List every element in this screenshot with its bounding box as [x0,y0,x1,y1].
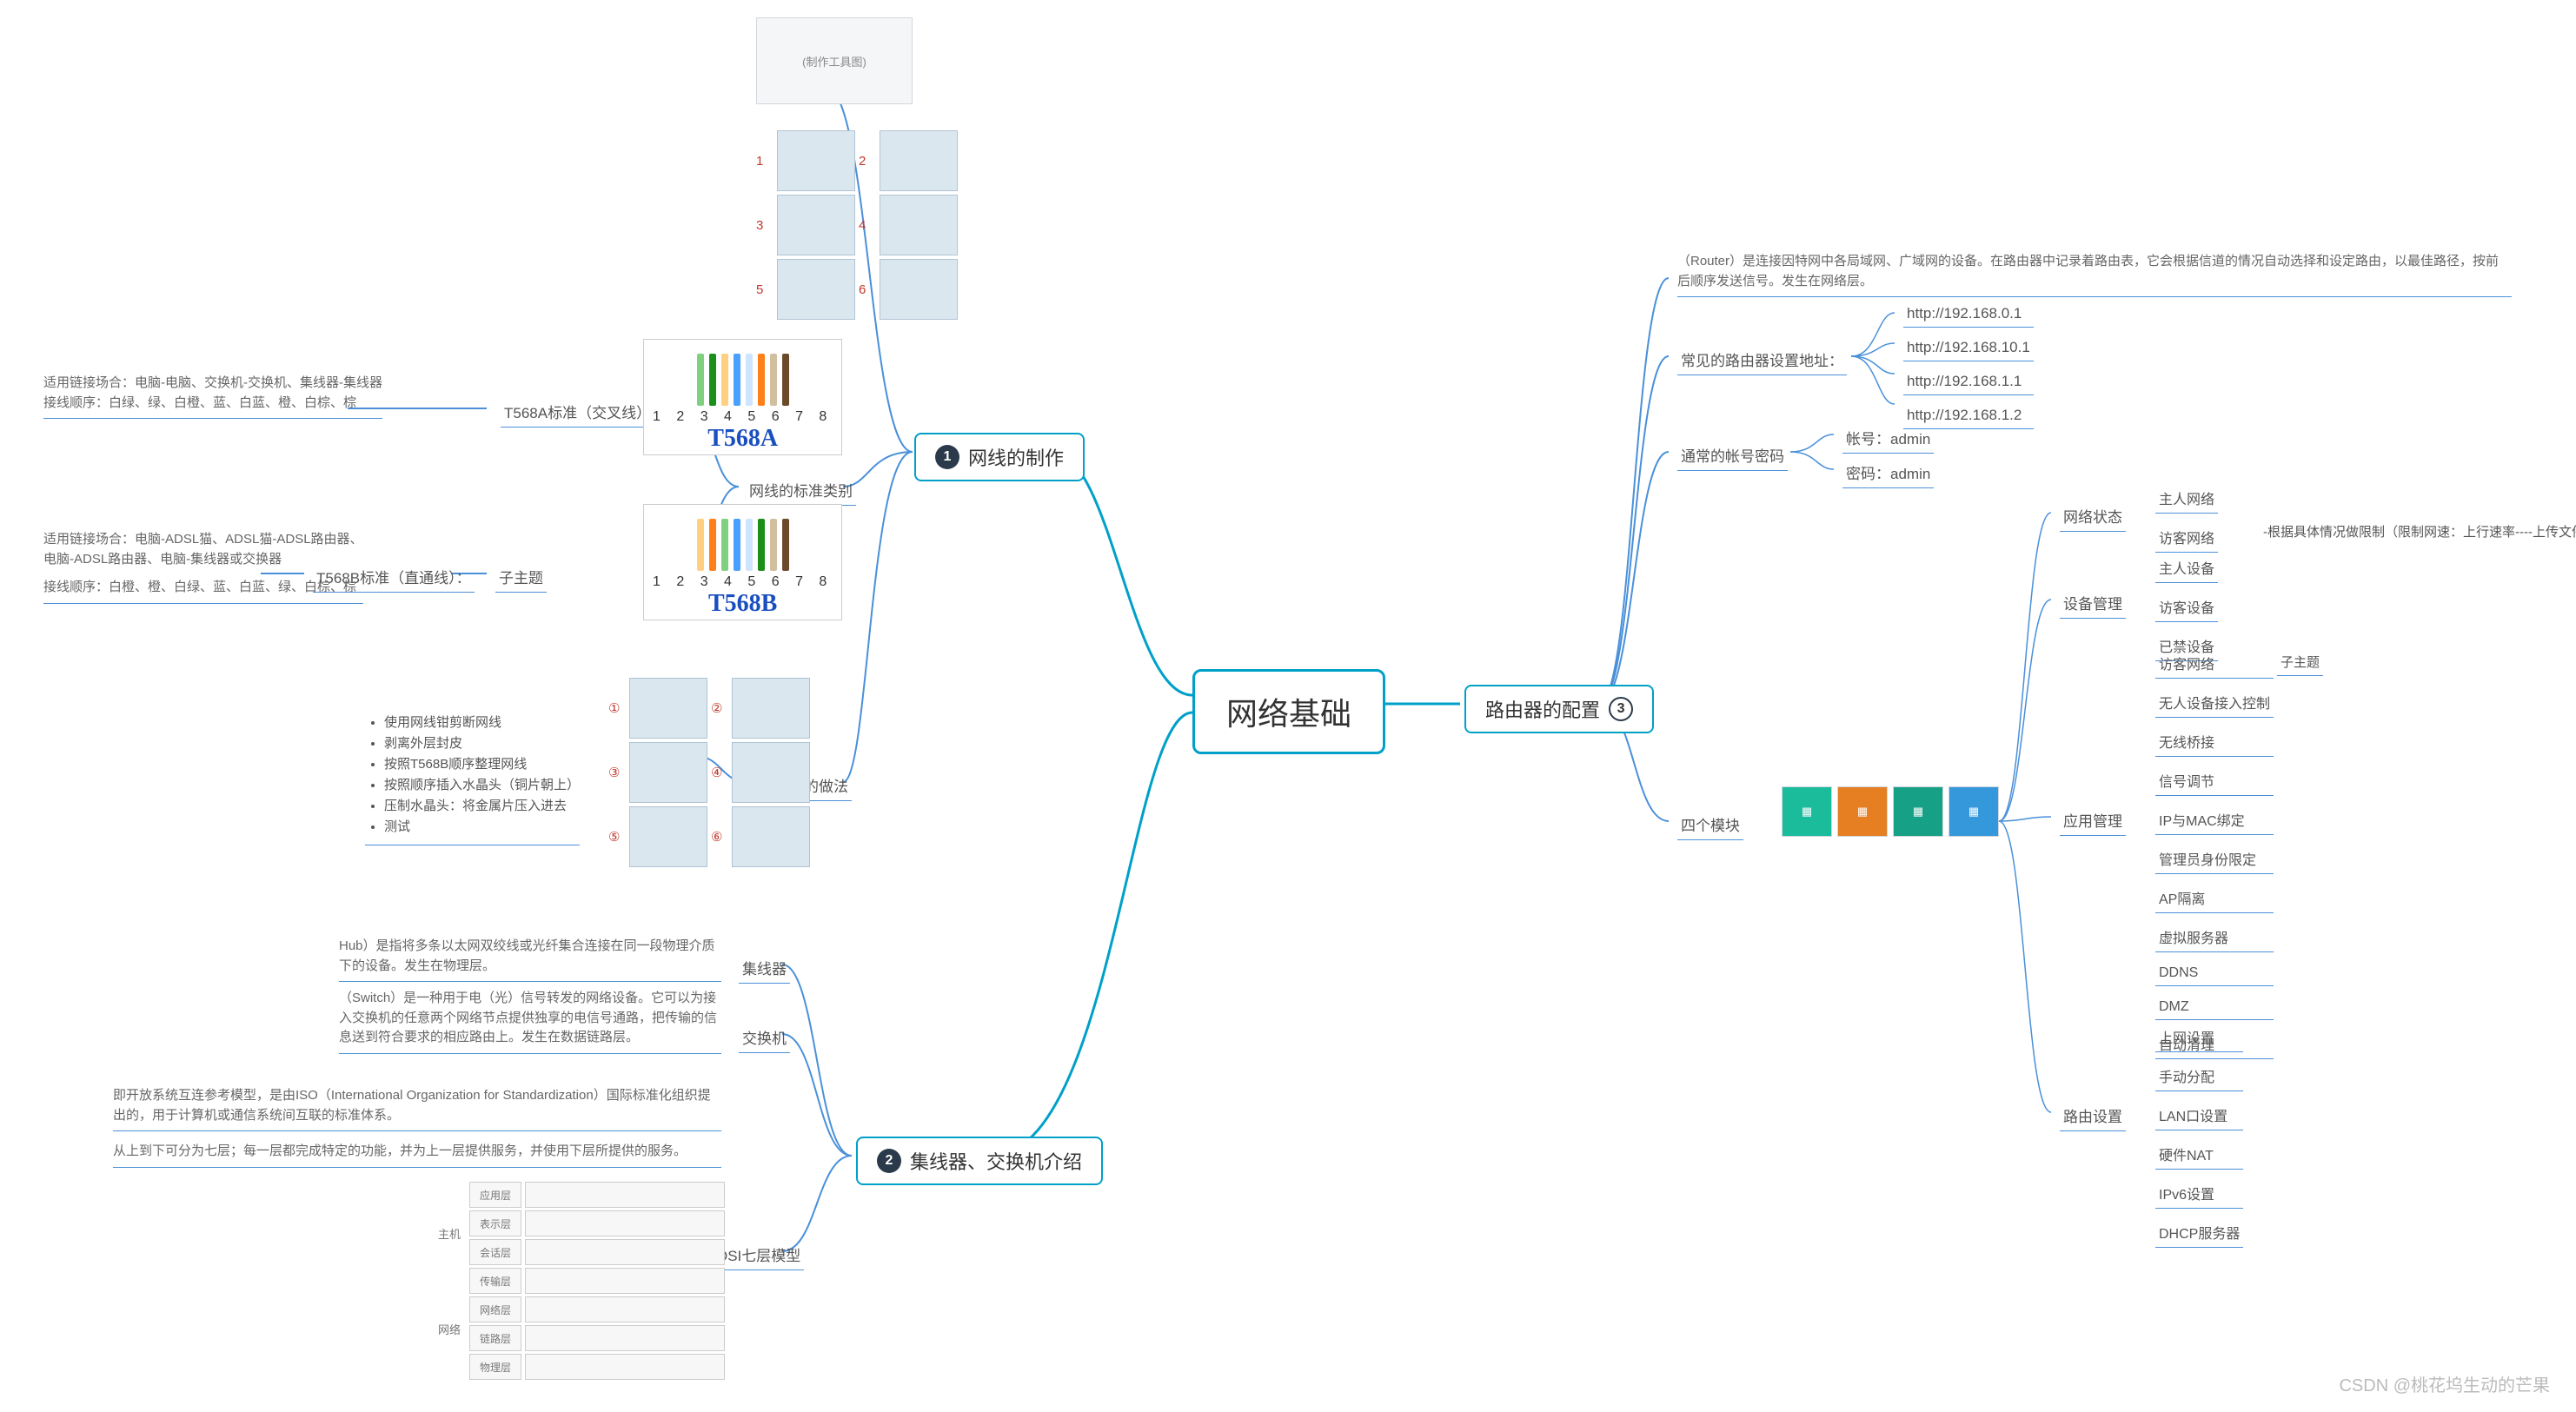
app-mgmt-item[interactable]: 访客网络 [2155,650,2274,679]
branch-hub-label: 集线器、交换机介绍 [910,1147,1082,1175]
osi-label[interactable]: OSI七层模型 [713,1241,804,1270]
app-mgmt-item[interactable]: 虚拟服务器 [2155,924,2274,952]
cred-user: 帐号：admin [1842,424,1934,454]
branch-router-label: 路由器的配置 [1485,695,1600,723]
crystal-steps-photo: ①② ③④ ⑤⑥ [608,678,810,867]
guest-note: -根据具体情况做限制（限制网速：上行速率----上传文件...下行速率：看视频.… [2260,520,2576,543]
dev-mgmt[interactable]: 设备管理 [2060,589,2126,619]
switch-label[interactable]: 交换机 [739,1024,790,1053]
router-addr[interactable]: http://192.168.0.1 [1903,302,2034,328]
crystal-steps-list: 使用网线钳剪断网线剥离外层封皮按照T568B顺序整理网线按照顺序插入水晶头（铜片… [365,713,580,845]
module-icons: ▦ ▦ ▦ ▦ [1782,786,1999,837]
route-set[interactable]: 路由设置 [2060,1102,2126,1131]
hub-label[interactable]: 集线器 [739,954,790,984]
branch-cable-making[interactable]: 1 网线的制作 [914,433,1085,481]
net-status-item[interactable]: 访客网络 [2155,524,2218,553]
hub-desc: Hub）是指将多条以太网双绞线或光纤集合连接在同一段物理介质下的设备。发生在物理… [339,937,721,982]
app-mgmt-item[interactable]: 管理员身份限定 [2155,845,2274,874]
root-node[interactable]: 网络基础 [1192,669,1385,754]
cred-pass: 密码：admin [1842,459,1934,488]
tools-image: (制作工具图) [756,17,913,104]
router-addr[interactable]: http://192.168.1.1 [1903,370,2034,395]
app-mgmt-item[interactable]: DMZ [2155,997,2274,1020]
standard-types[interactable]: 网线的标准类别 [746,476,856,506]
t568b-diagram: 1 2 3 4 5 6 7 8 T568B [643,504,842,620]
route-set-item[interactable]: IPv6设置 [2155,1180,2243,1209]
sub-topic[interactable]: 子主题 [495,563,547,593]
t568a-label[interactable]: T568A标准（交叉线）： [501,398,662,428]
router-cred-label[interactable]: 通常的帐号密码 [1677,441,1788,471]
route-set-item[interactable]: DHCP服务器 [2155,1219,2243,1248]
steps-photo-grid-top: 12 34 56 [756,130,958,320]
app-mgmt-item[interactable]: 信号调节 [2155,767,2274,796]
dev-mgmt-item[interactable]: 访客设备 [2155,593,2218,622]
branch-hub-switch[interactable]: 2 集线器、交换机介绍 [856,1137,1103,1185]
badge-3: 3 [1609,697,1633,721]
four-modules[interactable]: 四个模块 [1677,811,1743,840]
t568a-diagram: 1 2 3 4 5 6 7 8 T568A [643,339,842,455]
app-mgmt-item[interactable]: DDNS [2155,963,2274,986]
route-set-item[interactable]: 硬件NAT [2155,1141,2243,1170]
osi-desc: 即开放系统互连参考模型，是由ISO（International Organiza… [113,1086,721,1173]
osi-diagram: 主机网络 应用层表示层会话层传输层网络层链路层物理层 [435,1182,725,1380]
app-sub: 子主题 [2277,650,2323,676]
router-addr-label[interactable]: 常见的路由器设置地址： [1677,346,1847,375]
branch-router-config[interactable]: 路由器的配置 3 [1464,685,1654,733]
badge-2: 2 [877,1149,901,1173]
route-set-item[interactable]: LAN口设置 [2155,1102,2243,1130]
router-desc: （Router）是连接因特网中各局域网、广域网的设备。在路由器中记录着路由表，它… [1677,252,2512,297]
t568a-notes: 适用链接场合：电脑-电脑、交换机-交换机、集线器-集线器 接线顺序：白绿、绿、白… [43,374,382,419]
app-mgmt-item[interactable]: AP隔离 [2155,885,2274,913]
app-mgmt-item[interactable]: 无人设备接入控制 [2155,689,2274,718]
dev-mgmt-item[interactable]: 主人设备 [2155,554,2218,583]
router-addr[interactable]: http://192.168.10.1 [1903,336,2034,361]
t568b-notes: 适用链接场合：电脑-ADSL猫、ADSL猫-ADSL路由器、 电脑-ADSL路由… [43,530,363,604]
route-set-item[interactable]: 上网设置 [2155,1024,2243,1052]
app-mgmt-item[interactable]: 无线桥接 [2155,728,2274,757]
net-status[interactable]: 网络状态 [2060,502,2126,532]
route-set-item[interactable]: 手动分配 [2155,1063,2243,1091]
branch-cable-label: 网线的制作 [968,443,1064,471]
app-mgmt-item[interactable]: IP与MAC绑定 [2155,806,2274,835]
net-status-item[interactable]: 主人网络 [2155,485,2218,514]
app-mgmt[interactable]: 应用管理 [2060,806,2126,836]
badge-1: 1 [935,445,959,469]
switch-desc: （Switch）是一种用于电（光）信号转发的网络设备。它可以为接入交换机的任意两… [339,989,721,1054]
watermark: CSDN @桃花坞生动的芒果 [2339,1371,2550,1396]
